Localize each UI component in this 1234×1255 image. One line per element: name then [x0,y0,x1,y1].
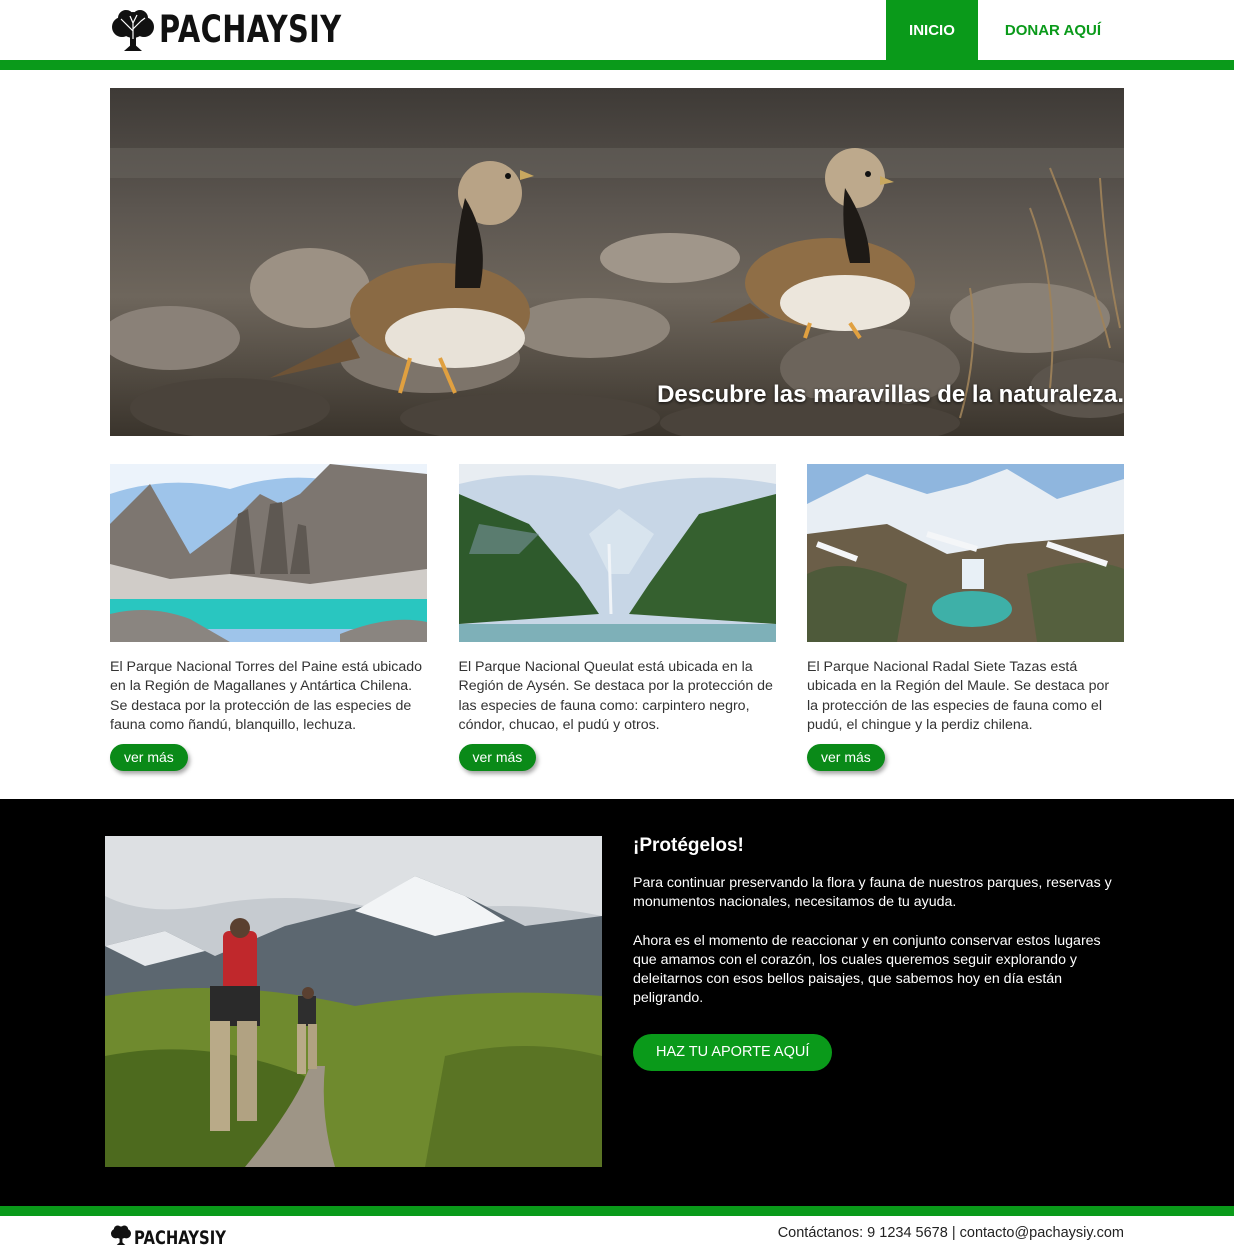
footer-logo[interactable]: PACHAYSIY [110,1225,252,1250]
park-image-torres-del-paine [110,464,427,642]
hikers-image [105,836,602,1167]
site-footer: PACHAYSIY Contáctanos: 9 1234 5678 | con… [0,1216,1234,1255]
nav-donar[interactable]: DONAR AQUÍ [978,0,1124,60]
tree-logo-icon [110,9,156,51]
park-card-torres-del-paine: El Parque Nacional Torres del Paine está… [110,464,427,774]
park-image-queulat [458,464,776,642]
site-logo[interactable]: PACHAYSIY [110,8,393,52]
hero-banner: Descubre las maravillas de la naturaleza… [110,88,1124,436]
protect-paragraph: Ahora es el momento de reaccionar y en c… [633,932,1101,1007]
park-image-radal-siete-tazas [807,464,1124,642]
donate-cta-button[interactable]: HAZ TU APORTE AQUÍ [633,1033,833,1071]
footer-logo-text: PACHAYSIY [134,1226,226,1249]
header-divider [0,60,1234,70]
park-description: El Parque Nacional Radal Siete Tazas est… [807,659,1110,734]
protect-title: ¡Protégelos! [633,835,744,856]
protect-content: ¡Protégelos! Para continuar preservando … [633,835,1128,1071]
protect-paragraph: Para continuar preservando la flora y fa… [633,875,1112,911]
site-header: PACHAYSIY INICIO DONAR AQUÍ [0,0,1234,60]
hero-caption: Descubre las maravillas de la naturaleza… [657,381,1124,408]
footer-divider [0,1206,1234,1216]
park-cards: El Parque Nacional Torres del Paine está… [110,464,1124,774]
park-card-queulat: El Parque Nacional Queulat está ubicada … [458,464,776,774]
nav-inicio[interactable]: INICIO [886,0,978,60]
park-description: El Parque Nacional Torres del Paine está… [110,659,423,734]
protect-section: ¡Protégelos! Para continuar preservando … [0,799,1234,1206]
ver-mas-button[interactable]: ver más [807,743,885,771]
ver-mas-button[interactable]: ver más [458,743,537,771]
tree-logo-icon [110,1225,132,1250]
main-nav: INICIO DONAR AQUÍ [886,0,1124,60]
park-card-radal-siete-tazas: El Parque Nacional Radal Siete Tazas est… [807,464,1124,774]
ver-mas-button[interactable]: ver más [110,743,188,771]
park-description: El Parque Nacional Queulat está ubicada … [458,659,773,734]
logo-text: PACHAYSIY [159,8,342,51]
footer-contact: Contáctanos: 9 1234 5678 | contacto@pach… [777,1225,1124,1241]
